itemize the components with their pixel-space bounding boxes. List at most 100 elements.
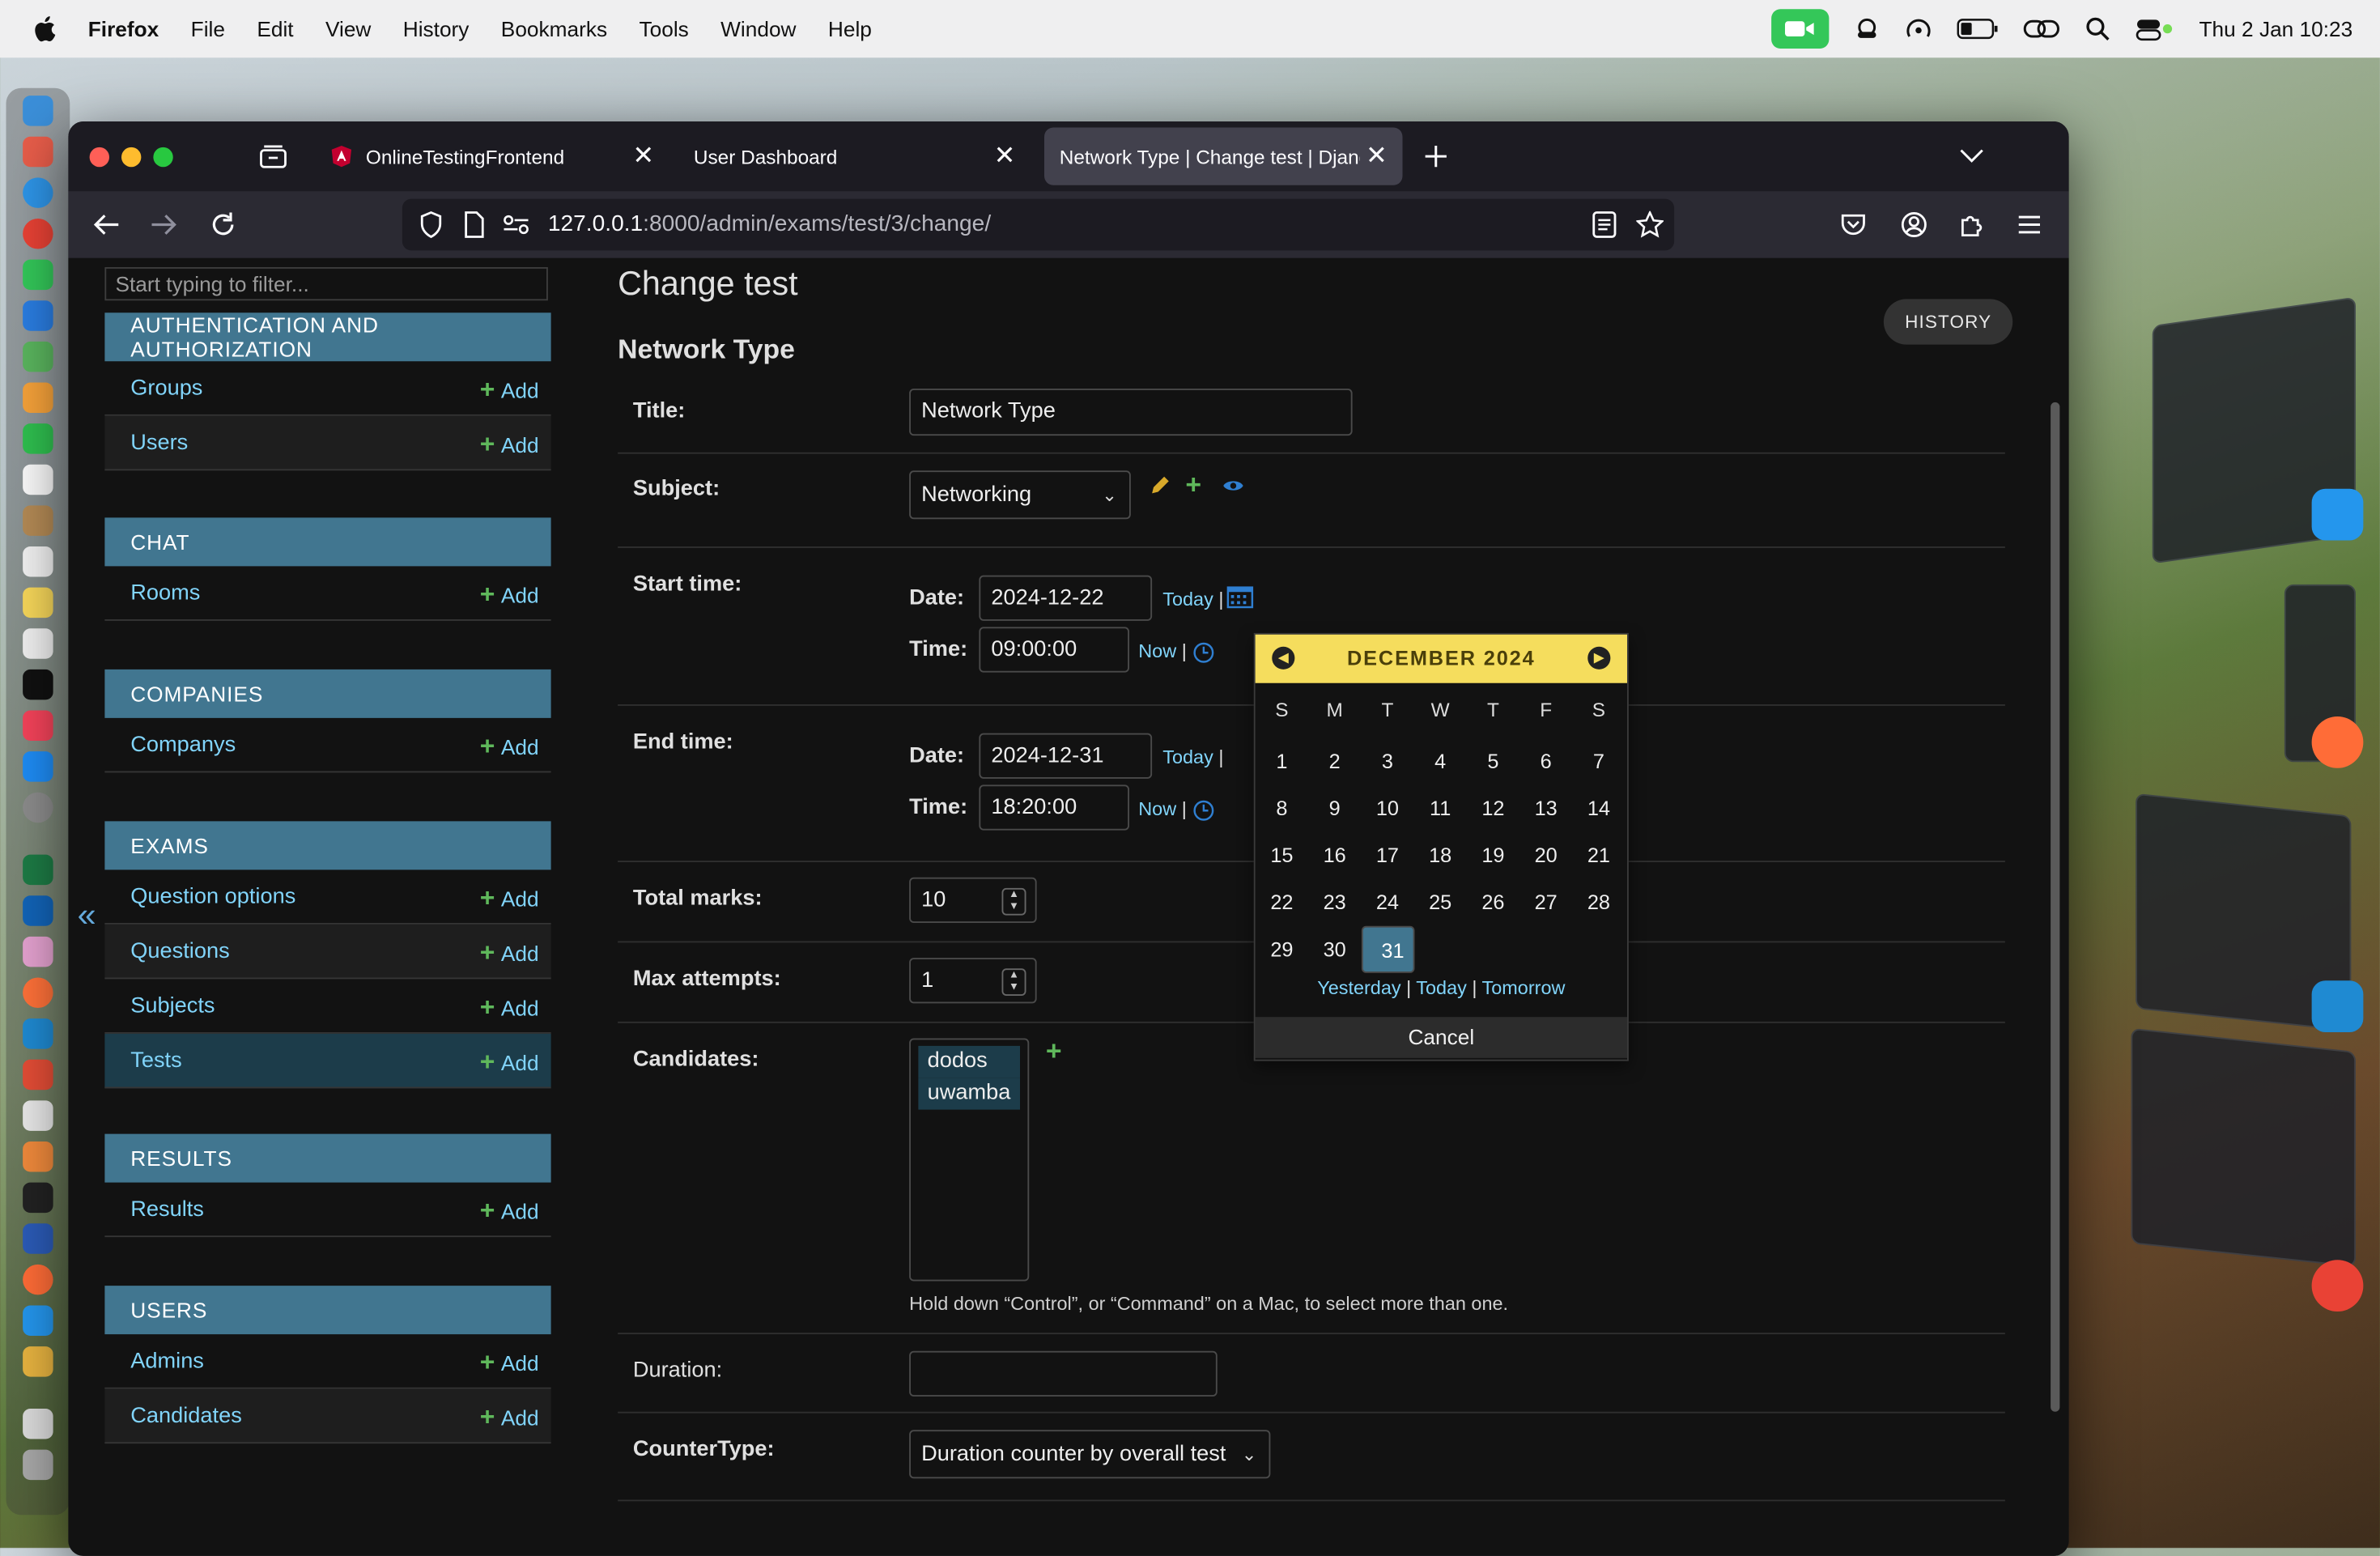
end-date-input[interactable]: 2024-12-31 xyxy=(979,733,1153,779)
app-store-icon[interactable] xyxy=(23,751,53,782)
add-link[interactable]: + Add xyxy=(480,1197,539,1227)
finder-icon[interactable] xyxy=(23,96,53,126)
calendar-day[interactable]: 20 xyxy=(1519,832,1573,879)
module-header[interactable]: AUTHENTICATION AND AUTHORIZATION xyxy=(104,312,551,362)
module-header[interactable]: RESULTS xyxy=(104,1133,551,1183)
bookmark-star-icon[interactable] xyxy=(1634,208,1667,241)
add-link[interactable]: + Add xyxy=(480,732,539,763)
back-arrow-icon[interactable] xyxy=(90,208,123,241)
close-window-button[interactable] xyxy=(89,147,109,168)
title-input[interactable]: Network Type xyxy=(909,389,1353,436)
close-tab-icon[interactable]: ✕ xyxy=(1366,141,1388,172)
view-eye-icon[interactable] xyxy=(1222,475,1244,503)
sidebar-item-results[interactable]: Results + Add xyxy=(104,1183,551,1238)
sidebar-item-users[interactable]: Users + Add xyxy=(104,415,551,471)
terminal-icon[interactable] xyxy=(23,1182,53,1214)
now-link[interactable]: Now xyxy=(1138,640,1176,661)
launchpad-icon[interactable] xyxy=(23,136,53,168)
account-avatar-icon[interactable] xyxy=(1898,208,1931,241)
add-link[interactable]: + Add xyxy=(480,1403,539,1434)
sidebar-item-questions[interactable]: Questions + Add xyxy=(104,924,551,980)
word-icon[interactable] xyxy=(23,1223,53,1254)
facetime-camera-icon[interactable] xyxy=(1770,9,1830,49)
safari-icon[interactable] xyxy=(23,177,53,208)
candidate-option[interactable]: uwamba xyxy=(918,1078,1020,1110)
calendar-day[interactable]: 25 xyxy=(1413,879,1467,926)
sidebar-item-label[interactable]: Questions xyxy=(130,939,229,963)
chrome-icon[interactable] xyxy=(23,219,53,249)
calendar-day[interactable]: 14 xyxy=(1572,784,1626,831)
today-link[interactable]: Today xyxy=(1162,589,1213,610)
list-all-tabs-chevron-icon[interactable] xyxy=(1955,140,1988,173)
docker-desktop-icon[interactable] xyxy=(2311,488,2364,541)
sidebar-item-tests[interactable]: Tests + Add xyxy=(104,1033,551,1089)
menu-file[interactable]: File xyxy=(191,17,225,41)
hamburger-menu-icon[interactable] xyxy=(2012,208,2046,241)
forward-arrow-icon[interactable] xyxy=(147,208,181,241)
add-link[interactable]: + Add xyxy=(480,883,539,914)
calendar-icon[interactable] xyxy=(23,464,53,495)
mail-icon[interactable] xyxy=(23,300,53,331)
control-center-icon[interactable] xyxy=(2136,17,2175,41)
candidates-multiselect[interactable]: dodos uwamba xyxy=(909,1038,1030,1282)
postman-icon[interactable] xyxy=(23,1264,53,1295)
counter-type-select[interactable]: Duration counter by overall test ⌄ xyxy=(909,1430,1271,1479)
calendar-day[interactable]: 2 xyxy=(1308,738,1362,784)
git-app-icon[interactable] xyxy=(23,1059,53,1090)
apple-icon[interactable] xyxy=(31,15,58,43)
sidebar-item-rooms[interactable]: Rooms + Add xyxy=(104,566,551,621)
menu-edit[interactable]: Edit xyxy=(257,17,293,41)
subject-select[interactable]: Networking ⌄ xyxy=(909,470,1131,520)
calendar-day[interactable]: 31 xyxy=(1361,925,1414,973)
add-link[interactable]: + Add xyxy=(480,580,539,610)
calendar-day[interactable]: 11 xyxy=(1413,784,1467,831)
collapse-sidebar-button[interactable]: « xyxy=(78,895,96,935)
menu-view[interactable]: View xyxy=(325,17,371,41)
url-text[interactable]: 127.0.0.1:8000/admin/exams/test/3/change… xyxy=(548,211,991,237)
calendar-day[interactable]: 29 xyxy=(1256,926,1309,973)
sidebar-item-label[interactable]: Results xyxy=(130,1197,204,1221)
url-bar[interactable]: 127.0.0.1:8000/admin/exams/test/3/change… xyxy=(402,198,1675,251)
start-date-input[interactable]: 2024-12-22 xyxy=(979,575,1153,621)
module-header[interactable]: EXAMS xyxy=(104,821,551,870)
firefox-view-icon[interactable] xyxy=(257,140,290,173)
candidate-option[interactable]: dodos xyxy=(918,1045,1020,1078)
calendar-day[interactable]: 4 xyxy=(1413,738,1467,784)
add-link[interactable]: + Add xyxy=(480,375,539,406)
maps-icon[interactable] xyxy=(23,341,53,372)
number-stepper-icon[interactable]: ▲ ▼ xyxy=(1001,968,1026,996)
add-link[interactable]: + Add xyxy=(480,993,539,1023)
system-settings-icon[interactable] xyxy=(23,792,53,823)
calendar-day[interactable]: 9 xyxy=(1308,784,1362,831)
menu-app-name[interactable]: Firefox xyxy=(88,17,159,41)
add-link[interactable]: + Add xyxy=(480,1348,539,1379)
add-link[interactable]: + Add xyxy=(480,1048,539,1078)
photos-icon[interactable] xyxy=(23,382,53,413)
music-icon[interactable] xyxy=(23,710,53,741)
end-time-input[interactable]: 18:20:00 xyxy=(979,784,1129,831)
page-scrollbar[interactable] xyxy=(2051,402,2060,1412)
tab-network-type-change-test[interactable]: Network Type | Change test | Djang ✕ xyxy=(1044,127,1403,185)
number-stepper-icon[interactable]: ▲ ▼ xyxy=(1001,887,1026,916)
facetime-icon[interactable] xyxy=(23,423,53,454)
freeform-icon[interactable] xyxy=(23,628,53,659)
add-related-plus-icon[interactable]: + xyxy=(1046,1035,1062,1067)
close-tab-icon[interactable]: ✕ xyxy=(994,141,1016,172)
calendar-cancel-button[interactable]: Cancel xyxy=(1255,1017,1627,1058)
menu-tools[interactable]: Tools xyxy=(639,17,688,41)
sidebar-item-label[interactable]: Companys xyxy=(130,733,236,757)
now-link[interactable]: Now xyxy=(1138,798,1176,819)
sidebar-item-question-options[interactable]: Question options + Add xyxy=(104,869,551,925)
sidebar-item-label[interactable]: Tests xyxy=(130,1048,181,1073)
pen-app-icon[interactable] xyxy=(23,1141,53,1172)
outlook-icon[interactable] xyxy=(23,895,53,926)
sidebar-item-companys[interactable]: Companys + Add xyxy=(104,718,551,773)
change-pencil-icon[interactable] xyxy=(1149,475,1170,504)
tab-onlinetestingfrontend[interactable]: OnlineTestingFrontend ✕ xyxy=(311,128,669,185)
calendar-day[interactable]: 26 xyxy=(1467,879,1520,926)
calendar-today-link[interactable]: Today xyxy=(1416,978,1467,999)
today-link[interactable]: Today xyxy=(1162,747,1213,768)
calendar-day[interactable]: 18 xyxy=(1413,832,1467,879)
sidebar-item-label[interactable]: Rooms xyxy=(130,580,200,605)
calendar-day[interactable]: 16 xyxy=(1308,832,1362,879)
